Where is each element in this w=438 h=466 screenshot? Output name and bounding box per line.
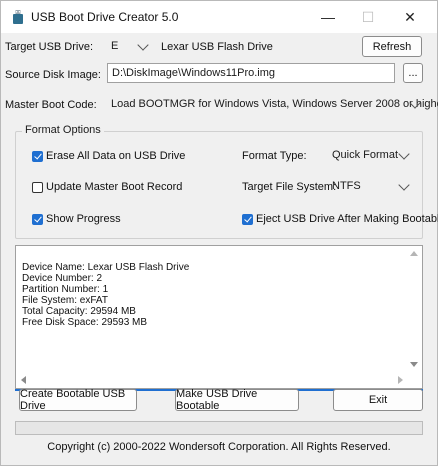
drive-letter-select[interactable]: E xyxy=(107,36,155,56)
create-bootable-button[interactable]: Create Bootable USB Drive xyxy=(19,388,137,412)
file-system-select[interactable]: NTFS xyxy=(328,176,416,196)
update-mbr-label[interactable]: Update Master Boot Record xyxy=(46,181,182,193)
info-line: File System: exFAT xyxy=(22,295,108,306)
chevron-down-icon xyxy=(398,148,410,160)
usb-drive-icon xyxy=(13,10,23,24)
scroll-right-icon[interactable] xyxy=(398,376,403,384)
target-usb-label: Target USB Drive: xyxy=(5,41,94,53)
progress-bar xyxy=(15,421,423,435)
show-progress-label[interactable]: Show Progress xyxy=(46,213,121,225)
format-type-label: Format Type: xyxy=(242,150,307,162)
make-bootable-button[interactable]: Make USB Drive Bootable xyxy=(175,388,299,412)
update-mbr-checkbox[interactable] xyxy=(32,182,43,193)
master-boot-select[interactable]: Load BOOTMGR for Windows Vista, Windows … xyxy=(107,94,438,114)
close-button[interactable]: ✕ xyxy=(393,1,427,33)
source-image-label: Source Disk Image: xyxy=(5,69,101,81)
device-info-textarea[interactable]: Device Name: Lexar USB Flash Drive Devic… xyxy=(15,245,423,389)
ellipsis-icon[interactable]: ... xyxy=(403,63,423,83)
title-bar[interactable]: USB Boot Drive Creator 5.0 — ☐ ✕ xyxy=(1,1,437,33)
erase-checkbox[interactable] xyxy=(32,151,43,162)
app-window: USB Boot Drive Creator 5.0 — ☐ ✕ Target … xyxy=(0,0,438,466)
info-line: Device Name: Lexar USB Flash Drive xyxy=(22,262,190,273)
main-panel: Target USB Drive: E Lexar USB Flash Driv… xyxy=(1,33,438,465)
chevron-down-icon xyxy=(398,179,410,191)
scroll-left-icon[interactable] xyxy=(21,376,26,384)
format-options-title: Format Options xyxy=(22,124,104,136)
info-line: Device Number: 2 xyxy=(22,273,103,284)
drive-name-text: Lexar USB Flash Drive xyxy=(161,41,273,53)
exit-button[interactable]: Exit xyxy=(333,389,423,411)
source-image-input[interactable]: D:\DiskImage\Windows11Pro.img xyxy=(107,63,395,83)
scroll-down-icon[interactable] xyxy=(410,362,418,367)
erase-label[interactable]: Erase All Data on USB Drive xyxy=(46,150,185,162)
show-progress-checkbox[interactable] xyxy=(32,214,43,225)
minimize-button[interactable]: — xyxy=(311,1,345,33)
horizontal-scrollbar[interactable] xyxy=(17,373,407,387)
master-boot-label: Master Boot Code: xyxy=(5,99,97,111)
copyright-text: Copyright (c) 2000-2022 Wondersoft Corpo… xyxy=(47,441,391,453)
eject-label[interactable]: Eject USB Drive After Making Bootable xyxy=(256,213,438,225)
chevron-down-icon xyxy=(137,39,149,51)
format-type-value: Quick Format xyxy=(332,149,399,161)
scroll-up-icon[interactable] xyxy=(410,251,418,256)
window-title: USB Boot Drive Creator 5.0 xyxy=(31,10,179,24)
refresh-button[interactable]: Refresh xyxy=(362,36,422,57)
maximize-button[interactable]: ☐ xyxy=(351,1,385,33)
file-system-value: NTFS xyxy=(332,180,361,192)
file-system-label: Target File System: xyxy=(242,181,337,193)
info-line: Total Capacity: 29594 MB xyxy=(22,306,136,317)
format-type-select[interactable]: Quick Format xyxy=(328,145,416,165)
eject-checkbox[interactable] xyxy=(242,214,253,225)
vertical-scrollbar[interactable] xyxy=(407,247,421,373)
info-line: Free Disk Space: 29593 MB xyxy=(22,317,148,328)
info-line: Partition Number: 1 xyxy=(22,284,109,295)
master-boot-value: Load BOOTMGR for Windows Vista, Windows … xyxy=(111,98,438,110)
source-image-path: D:\DiskImage\Windows11Pro.img xyxy=(112,67,276,79)
drive-letter-value: E xyxy=(111,40,119,52)
format-options-group: Format Options Erase All Data on USB Dri… xyxy=(15,124,438,239)
